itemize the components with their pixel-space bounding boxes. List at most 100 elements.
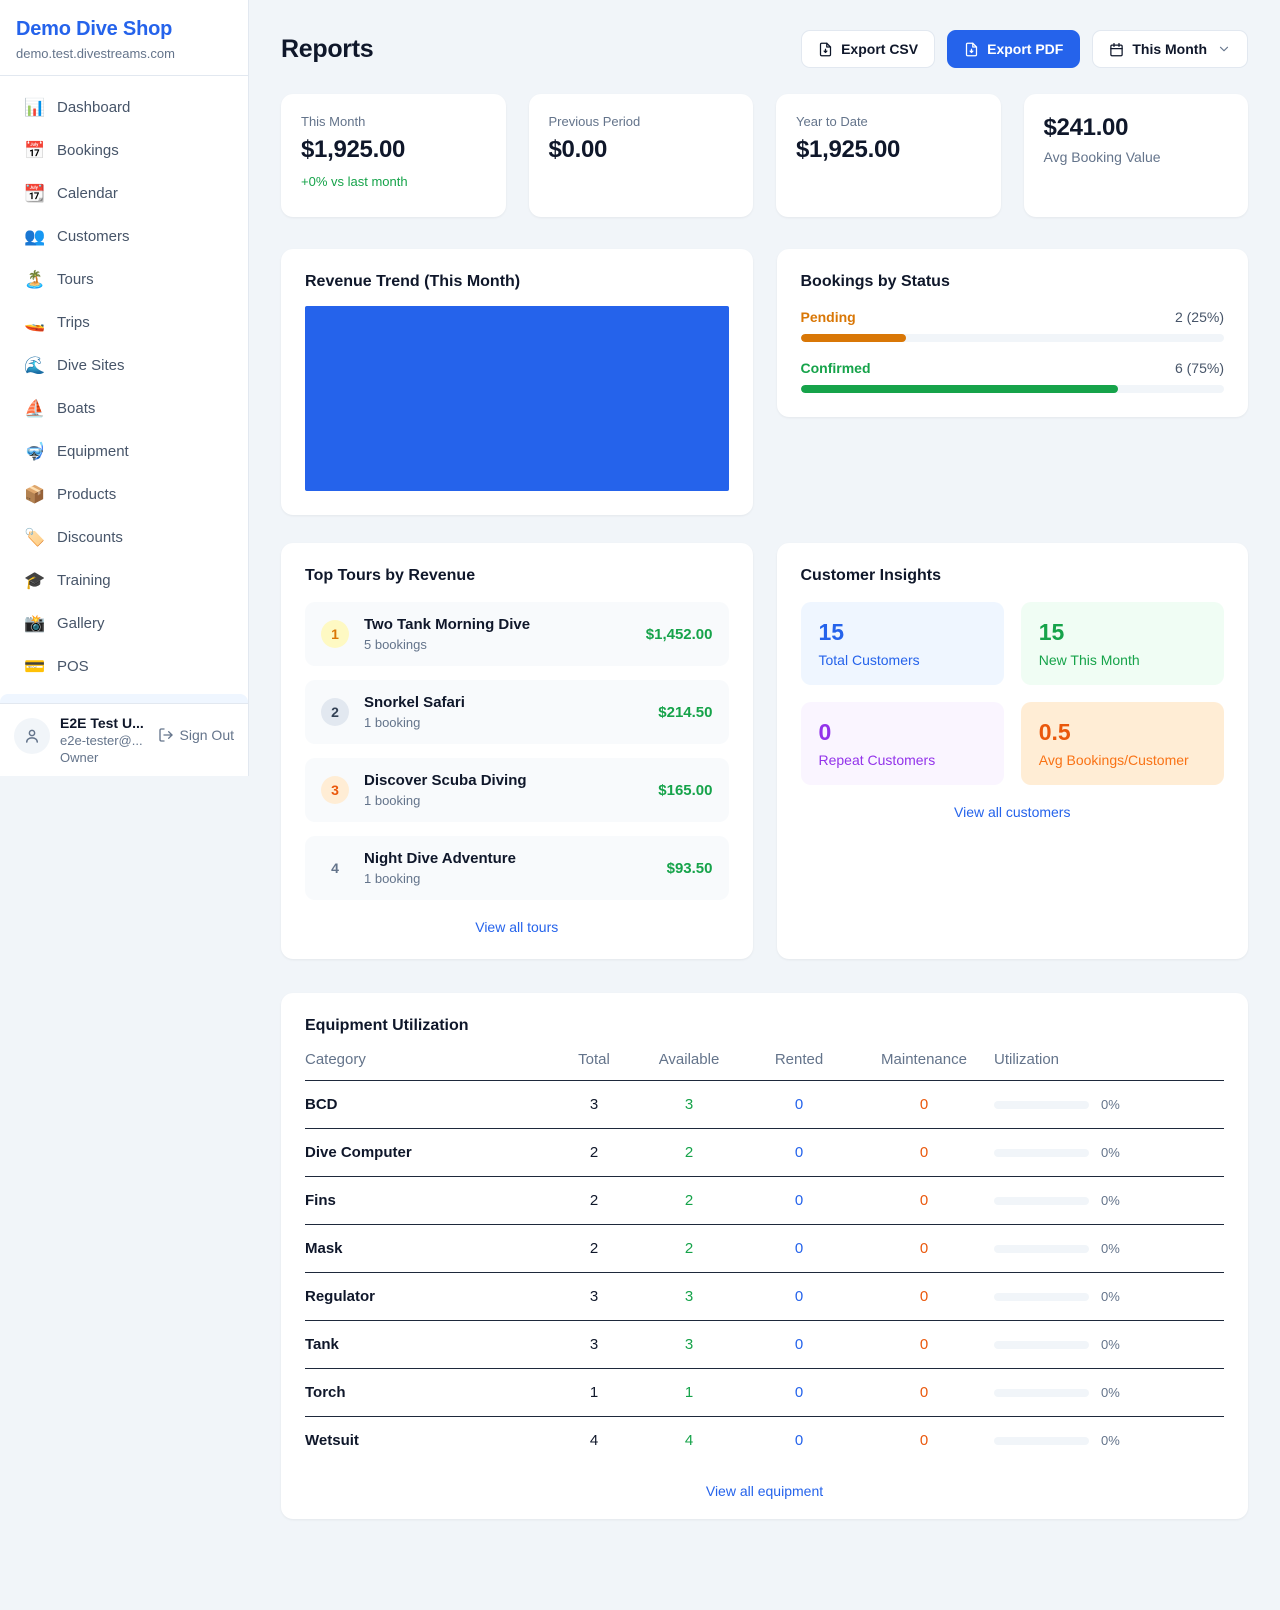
status-label: Pending — [801, 309, 856, 325]
stat-card: Previous Period $0.00 — [529, 94, 754, 217]
sidebar-item-label: Tours — [57, 271, 94, 288]
tour-name: Night Dive Adventure — [364, 850, 652, 867]
tour-bookings-count: 5 bookings — [364, 637, 631, 652]
equipment-total-cell: 4 — [554, 1432, 634, 1449]
equipment-category-cell: Mask — [305, 1240, 554, 1257]
stat-card: This Month $1,925.00 +0% vs last month — [281, 94, 506, 217]
view-all-customers-link[interactable]: View all customers — [801, 804, 1225, 820]
equipment-category-cell: BCD — [305, 1096, 554, 1113]
stat-value: $0.00 — [549, 136, 734, 164]
utilization-bar-track — [994, 1245, 1089, 1253]
tour-row: 4 Night Dive Adventure 1 booking $93.50 — [305, 836, 729, 900]
sign-out-label: Sign Out — [180, 727, 234, 743]
equipment-utilization-card: Equipment Utilization Category Total Ava… — [281, 993, 1248, 1519]
sidebar-item-tours[interactable]: 🏝️ Tours — [12, 258, 236, 301]
table-row: Dive Computer 2 2 0 0 0% — [305, 1129, 1224, 1177]
equipment-maintenance-cell: 0 — [854, 1288, 994, 1305]
sidebar-item-products[interactable]: 📦 Products — [12, 473, 236, 516]
equipment-rented-cell: 0 — [744, 1336, 854, 1353]
equipment-rented-cell: 0 — [744, 1096, 854, 1113]
people-icon: 👥 — [24, 227, 44, 247]
column-header-maintenance: Maintenance — [854, 1051, 994, 1068]
insight-tile: 15 New This Month — [1021, 602, 1224, 685]
equipment-maintenance-cell: 0 — [854, 1240, 994, 1257]
top-tours-title: Top Tours by Revenue — [305, 567, 729, 585]
tear-off-calendar-icon: 📆 — [24, 184, 44, 204]
equipment-total-cell: 2 — [554, 1144, 634, 1161]
utilization-percent: 0% — [1101, 1385, 1120, 1400]
equipment-utilization-cell: 0% — [994, 1433, 1224, 1448]
equipment-category-cell: Wetsuit — [305, 1432, 554, 1449]
sidebar-item-gallery[interactable]: 📸 Gallery — [12, 602, 236, 645]
bar-chart-icon: 📊 — [24, 98, 44, 118]
utilization-percent: 0% — [1101, 1097, 1120, 1112]
equipment-rented-cell: 0 — [744, 1288, 854, 1305]
sidebar-item-label: Dashboard — [57, 99, 130, 116]
equipment-available-cell: 4 — [634, 1432, 744, 1449]
sidebar-nav: 📊 Dashboard 📅 Bookings 📆 Calendar 👥 Cust… — [0, 76, 248, 694]
sidebar-item-trips[interactable]: 🚤 Trips — [12, 301, 236, 344]
sidebar-item-dive-sites[interactable]: 🌊 Dive Sites — [12, 344, 236, 387]
sidebar-item-label: Discounts — [57, 529, 123, 546]
view-all-equipment-link[interactable]: View all equipment — [305, 1483, 1224, 1499]
file-download-icon — [818, 42, 833, 57]
sidebar-item-pos[interactable]: 💳 POS — [12, 645, 236, 688]
insight-tile: 0 Repeat Customers — [801, 702, 1004, 785]
equipment-utilization-cell: 0% — [994, 1145, 1224, 1160]
insight-tile: 0.5 Avg Bookings/Customer — [1021, 702, 1224, 785]
tour-revenue: $93.50 — [667, 860, 713, 877]
bookings-by-status-card: Bookings by Status Pending 2 (25%) Confi… — [777, 249, 1249, 417]
sidebar-item-label: POS — [57, 658, 89, 675]
person-icon — [23, 727, 41, 745]
equipment-table-header: Category Total Available Rented Maintena… — [305, 1035, 1224, 1081]
period-label: This Month — [1132, 41, 1207, 57]
equipment-available-cell: 3 — [634, 1096, 744, 1113]
customer-insights-card: Customer Insights 15 Total Customers 15 … — [777, 543, 1249, 959]
equipment-maintenance-cell: 0 — [854, 1192, 994, 1209]
equipment-available-cell: 2 — [634, 1240, 744, 1257]
sidebar-item-customers[interactable]: 👥 Customers — [12, 215, 236, 258]
top-tours-card: Top Tours by Revenue 1 Two Tank Morning … — [281, 543, 753, 959]
sidebar-item-reports-partial-highlight[interactable] — [0, 694, 248, 703]
equipment-rented-cell: 0 — [744, 1144, 854, 1161]
sign-out-icon — [158, 727, 174, 743]
table-row: Torch 1 1 0 0 0% — [305, 1369, 1224, 1417]
export-pdf-button[interactable]: Export PDF — [947, 30, 1080, 68]
table-row: Fins 2 2 0 0 0% — [305, 1177, 1224, 1225]
equipment-maintenance-cell: 0 — [854, 1432, 994, 1449]
utilization-percent: 0% — [1101, 1433, 1120, 1448]
header-actions: Export CSV Export PDF This Month — [801, 30, 1248, 68]
insight-value: 0.5 — [1039, 719, 1206, 746]
equipment-category-cell: Torch — [305, 1384, 554, 1401]
status-list: Pending 2 (25%) Confirmed 6 (75%) — [801, 309, 1225, 393]
view-all-tours-link[interactable]: View all tours — [305, 919, 729, 935]
equipment-maintenance-cell: 0 — [854, 1144, 994, 1161]
sidebar-item-discounts[interactable]: 🏷️ Discounts — [12, 516, 236, 559]
equipment-available-cell: 1 — [634, 1384, 744, 1401]
sailboat-icon: ⛵ — [24, 399, 44, 419]
sign-out-button[interactable]: Sign Out — [158, 727, 234, 743]
sidebar-item-bookings[interactable]: 📅 Bookings — [12, 129, 236, 172]
insight-tile: 15 Total Customers — [801, 602, 1004, 685]
sidebar-item-training[interactable]: 🎓 Training — [12, 559, 236, 602]
table-row: Wetsuit 4 4 0 0 0% — [305, 1417, 1224, 1464]
export-csv-button[interactable]: Export CSV — [801, 30, 935, 68]
tour-revenue: $1,452.00 — [646, 626, 713, 643]
sidebar-item-boats[interactable]: ⛵ Boats — [12, 387, 236, 430]
equipment-available-cell: 3 — [634, 1288, 744, 1305]
rank-badge: 1 — [321, 620, 349, 648]
page-title: Reports — [281, 35, 373, 64]
sidebar-item-equipment[interactable]: 🤿 Equipment — [12, 430, 236, 473]
period-select[interactable]: This Month — [1092, 30, 1248, 68]
status-progress-fill — [801, 385, 1119, 393]
sidebar-item-calendar[interactable]: 📆 Calendar — [12, 172, 236, 215]
insight-label: Avg Bookings/Customer — [1039, 752, 1206, 768]
table-row: Tank 3 3 0 0 0% — [305, 1321, 1224, 1369]
diving-mask-icon: 🤿 — [24, 442, 44, 462]
sidebar-item-dashboard[interactable]: 📊 Dashboard — [12, 86, 236, 129]
brand-block: Demo Dive Shop demo.test.divestreams.com — [0, 0, 248, 76]
sidebar-item-label: Equipment — [57, 443, 129, 460]
sidebar-item-label: Bookings — [57, 142, 119, 159]
utilization-percent: 0% — [1101, 1193, 1120, 1208]
insight-label: Total Customers — [819, 652, 986, 668]
